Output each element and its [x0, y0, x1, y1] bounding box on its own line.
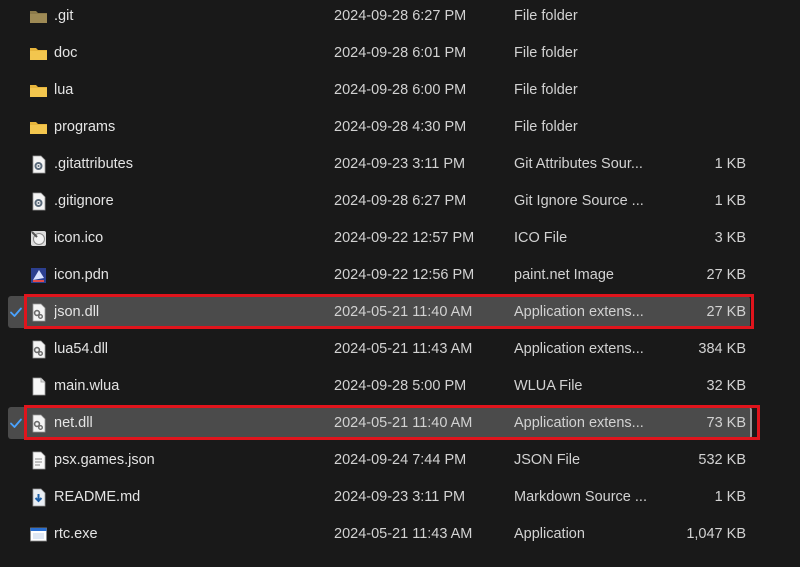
file-size: 1,047 KB [686, 526, 746, 542]
file-row-main-wlua[interactable]: main.wlua 2024-09-28 5:00 PM WLUA File 3… [0, 368, 800, 405]
settings-file-icon [29, 155, 48, 174]
file-name[interactable]: icon.pdn [54, 266, 324, 285]
file-date-modified: 2024-09-28 6:27 PM [334, 8, 467, 24]
file-name[interactable]: main.wlua [54, 377, 324, 396]
dll-file-icon [29, 414, 48, 433]
file-name[interactable]: rtc.exe [54, 525, 324, 544]
file-date-modified: 2024-09-28 5:00 PM [334, 378, 467, 394]
checkmark-icon[interactable] [9, 416, 23, 430]
file-name[interactable]: .gitattributes [54, 155, 324, 174]
file-name[interactable]: json.dll [54, 303, 324, 322]
dll-file-icon [29, 340, 48, 359]
file-row-psx-games-json[interactable]: psx.games.json 2024-09-24 7:44 PM JSON F… [0, 442, 800, 479]
dll-file-icon [29, 303, 48, 322]
file-date-modified: 2024-09-28 6:27 PM [334, 193, 467, 209]
folder-dim-icon [29, 7, 48, 26]
file-size: 1 KB [714, 489, 746, 505]
file-date-modified: 2024-09-23 3:11 PM [334, 156, 466, 172]
file-row-rtc-exe[interactable]: rtc.exe 2024-05-21 11:43 AM Application … [0, 516, 800, 553]
file-row-icon-pdn[interactable]: icon.pdn 2024-09-22 12:56 PM paint.net I… [0, 257, 800, 294]
folder-icon [29, 44, 48, 63]
file-name[interactable]: README.md [54, 488, 324, 507]
file-date-modified: 2024-09-22 12:57 PM [334, 230, 475, 246]
file-type: File folder [514, 45, 578, 61]
file-date-modified: 2024-09-23 3:11 PM [334, 489, 466, 505]
file-name[interactable]: .gitignore [54, 192, 324, 211]
text-file-icon [29, 451, 48, 470]
file-name[interactable]: psx.games.json [54, 451, 324, 470]
file-size: 3 KB [714, 230, 746, 246]
markdown-file-icon [29, 488, 48, 507]
file-size: 27 KB [706, 304, 747, 320]
file-type: paint.net Image [514, 267, 614, 283]
file-size: 1 KB [714, 156, 746, 172]
file-type: File folder [514, 82, 578, 98]
file-date-modified: 2024-05-21 11:43 AM [334, 526, 473, 542]
file-size: 27 KB [706, 267, 747, 283]
file-row-lua54-dll[interactable]: lua54.dll 2024-05-21 11:43 AM Applicatio… [0, 331, 800, 368]
blank-file-icon [29, 377, 48, 396]
file-type: ICO File [514, 230, 568, 246]
file-name[interactable]: lua [54, 81, 324, 100]
file-type: Application extens... [514, 304, 644, 320]
file-name[interactable]: icon.ico [54, 229, 324, 248]
file-name[interactable]: .git [54, 7, 324, 26]
file-row-icon-ico[interactable]: icon.ico 2024-09-22 12:57 PM ICO File 3 … [0, 220, 800, 257]
file-name[interactable]: programs [54, 118, 324, 137]
file-name[interactable]: lua54.dll [54, 340, 324, 359]
file-size: 1 KB [714, 193, 746, 209]
file-size: 32 KB [706, 378, 747, 394]
file-type: WLUA File [514, 378, 583, 394]
file-date-modified: 2024-09-28 6:01 PM [334, 45, 467, 61]
file-row-doc[interactable]: doc 2024-09-28 6:01 PM File folder [0, 35, 800, 72]
file-row-git[interactable]: .git 2024-09-28 6:27 PM File folder [0, 0, 800, 35]
file-date-modified: 2024-05-21 11:43 AM [334, 341, 473, 357]
file-size: 532 KB [698, 452, 746, 468]
file-row-lua[interactable]: lua 2024-09-28 6:00 PM File folder [0, 72, 800, 109]
file-row-gitattributes[interactable]: .gitattributes 2024-09-23 3:11 PM Git At… [0, 146, 800, 183]
file-list: .git 2024-09-28 6:27 PM File folder doc … [0, 0, 800, 567]
file-date-modified: 2024-05-21 11:40 AM [334, 304, 473, 320]
file-date-modified: 2024-09-22 12:56 PM [334, 267, 475, 283]
settings-file-icon [29, 192, 48, 211]
file-row-net-dll[interactable]: net.dll 2024-05-21 11:40 AM Application … [0, 405, 800, 442]
file-date-modified: 2024-09-24 7:44 PM [334, 452, 467, 468]
paintnet-file-icon [29, 266, 48, 285]
file-type: JSON File [514, 452, 581, 468]
file-name[interactable]: doc [54, 44, 324, 63]
checkmark-icon[interactable] [9, 305, 23, 319]
file-type: File folder [514, 119, 578, 135]
file-row-json-dll[interactable]: json.dll 2024-05-21 11:40 AM Application… [0, 294, 800, 331]
folder-icon [29, 81, 48, 100]
file-type: Application extens... [514, 341, 644, 357]
file-date-modified: 2024-09-28 6:00 PM [334, 82, 467, 98]
file-date-modified: 2024-09-28 4:30 PM [334, 119, 467, 135]
file-size: 384 KB [698, 341, 746, 357]
file-type: Git Attributes Sour... [514, 156, 643, 172]
folder-icon [29, 118, 48, 137]
file-type: Application extens... [514, 415, 644, 431]
file-type: Application [514, 526, 585, 542]
file-size: 73 KB [706, 415, 747, 431]
file-row-readme-md[interactable]: README.md 2024-09-23 3:11 PM Markdown So… [0, 479, 800, 516]
file-row-programs[interactable]: programs 2024-09-28 4:30 PM File folder [0, 109, 800, 146]
file-date-modified: 2024-05-21 11:40 AM [334, 415, 473, 431]
file-type: Markdown Source ... [514, 489, 647, 505]
file-type: File folder [514, 8, 578, 24]
file-type: Git Ignore Source ... [514, 193, 644, 209]
file-row-gitignore[interactable]: .gitignore 2024-09-28 6:27 PM Git Ignore… [0, 183, 800, 220]
ico-file-icon [29, 229, 48, 248]
file-name[interactable]: net.dll [54, 414, 324, 433]
exe-file-icon [29, 525, 48, 544]
